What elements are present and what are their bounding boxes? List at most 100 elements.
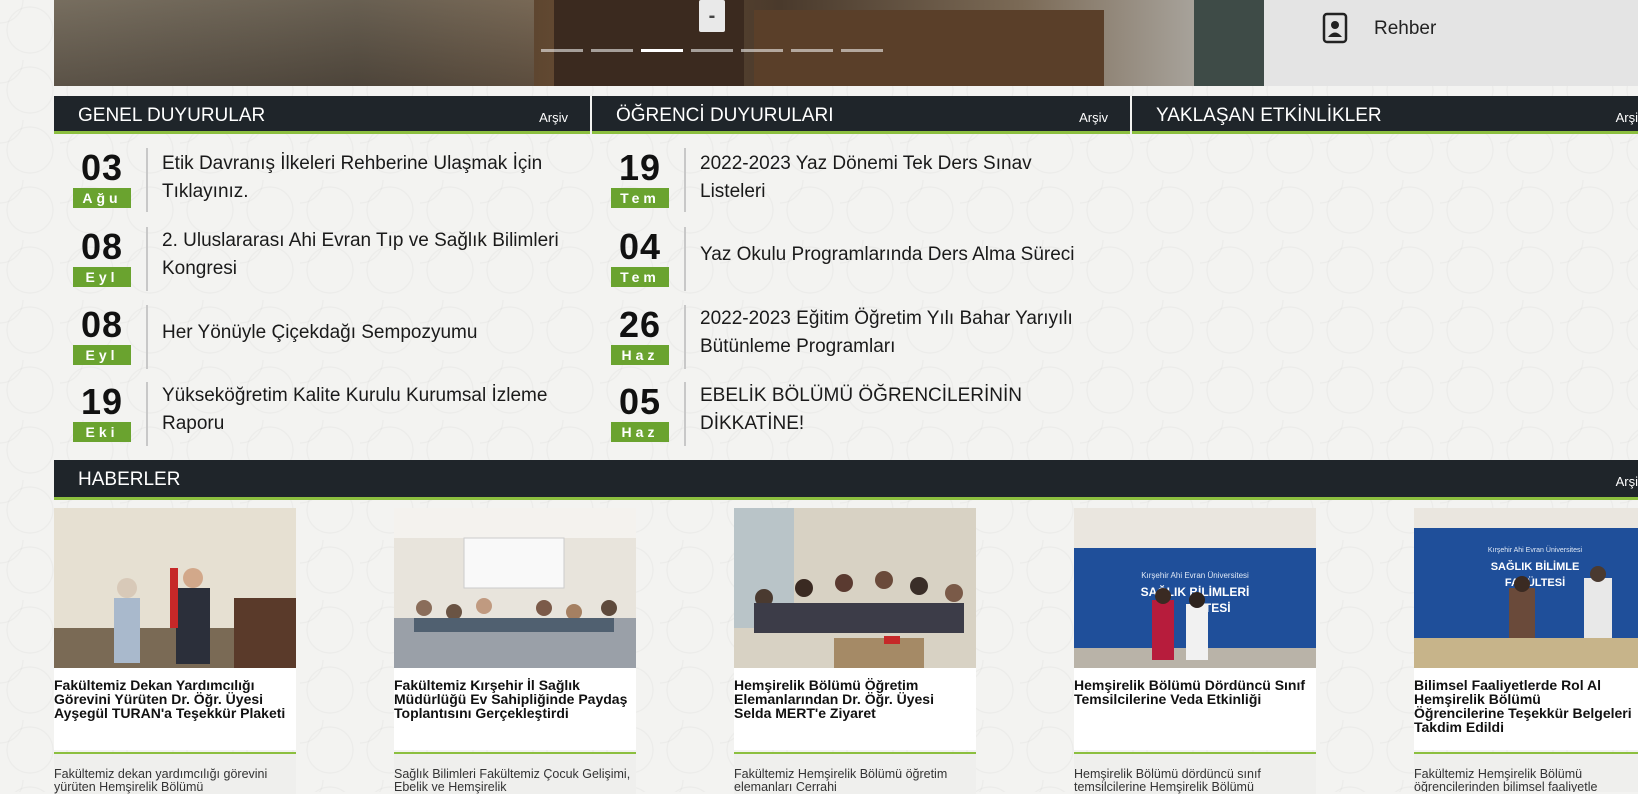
slider-dot[interactable] (791, 49, 833, 52)
divider (146, 148, 148, 212)
banner-text: SAĞLIK BİLİMLE (1491, 560, 1580, 573)
slider-dot-active[interactable] (641, 49, 683, 52)
news-title[interactable]: Bilimsel Faaliyetlerde Rol Al Hemşirelik… (1414, 668, 1638, 750)
news-title[interactable]: Fakültemiz Kırşehir İl Sağlık Müdürlüğü … (394, 668, 636, 750)
guide-label: Rehber (1374, 18, 1437, 39)
news-image[interactable] (734, 508, 976, 668)
divider (684, 148, 686, 212)
announcement-title[interactable]: Yaz Okulu Programlarında Ders Alma Sürec… (700, 241, 1100, 269)
announcement-item[interactable]: 03 Ağu Etik Davranış İlkeleri Rehberine … (62, 146, 562, 218)
date-day: 19 (80, 381, 124, 422)
date-month: Tem (611, 188, 669, 208)
hero-image-part (1194, 0, 1264, 86)
news-card[interactable]: Fakültemiz Dekan Yardımcılığı Görevini Y… (54, 508, 296, 794)
news-card[interactable]: Hemşirelik Bölümü Öğretim Elemanlarından… (734, 508, 976, 794)
announcement-item[interactable]: 08 Eyl Her Yönüyle Çiçekdağı Sempozyumu (62, 303, 562, 375)
slider-pause-button[interactable]: - (699, 0, 725, 32)
general-announcements-header: GENEL DUYURULAR Arşiv (54, 96, 590, 134)
section-title: HABERLER (78, 469, 181, 490)
news-image[interactable]: Kırşehir Ahi Evran Üniversitesi SAĞLIK B… (1074, 508, 1316, 668)
news-summary: Fakültemiz dekan yardımcılığı görevini y… (54, 754, 296, 794)
announcement-date: 08 Eyl (70, 229, 134, 287)
date-month: Tem (611, 267, 669, 287)
slider-dot[interactable] (541, 49, 583, 52)
divider (684, 305, 686, 369)
news-card[interactable]: Kırşehir Ahi Evran Üniversitesi SAĞLIK B… (1414, 508, 1638, 792)
date-day: 08 (80, 304, 124, 345)
announcement-item[interactable]: 19 Tem 2022-2023 Yaz Dönemi Tek Ders Sın… (600, 146, 1100, 218)
upcoming-events-header: YAKLAŞAN ETKİNLİKLER Arşi (1132, 96, 1638, 134)
announcement-date: 04 Tem (608, 229, 672, 287)
banner-text: FAKÜLTESİ (1505, 576, 1565, 589)
banner-text: Kırşehir Ahi Evran Üniversitesi (1488, 546, 1583, 554)
student-announcements-header: ÖĞRENCİ DUYURULARI Arşiv (592, 96, 1130, 134)
divider (146, 382, 148, 446)
slider-indicators (541, 49, 883, 52)
news-title[interactable]: Fakültemiz Dekan Yardımcılığı Görevini Y… (54, 668, 296, 750)
section-title: YAKLAŞAN ETKİNLİKLER (1156, 105, 1382, 126)
announcement-title[interactable]: 2. Uluslararası Ahi Evran Tıp ve Sağlık … (162, 227, 562, 283)
date-month: Haz (611, 422, 669, 442)
date-day: 05 (618, 381, 662, 422)
news-image[interactable] (394, 508, 636, 668)
slider-dot[interactable] (741, 49, 783, 52)
news-header: HABERLER Arşi (54, 460, 1638, 500)
hero-slider[interactable]: - (54, 0, 1264, 86)
news-image[interactable] (54, 508, 296, 668)
announcement-title[interactable]: Her Yönüyle Çiçekdağı Sempozyumu (162, 319, 562, 347)
contact-card-icon (1322, 12, 1348, 44)
announcement-title[interactable]: Yükseköğretim Kalite Kurulu Kurumsal İzl… (162, 382, 562, 438)
date-day: 26 (618, 304, 662, 345)
news-title[interactable]: Hemşirelik Bölümü Dördüncü Sınıf Temsilc… (1074, 668, 1316, 750)
date-month: Eki (73, 422, 131, 442)
announcement-date: 26 Haz (608, 307, 672, 365)
news-title[interactable]: Hemşirelik Bölümü Öğretim Elemanlarından… (734, 668, 976, 750)
section-title: ÖĞRENCİ DUYURULARI (616, 105, 834, 126)
slider-dot[interactable] (591, 49, 633, 52)
date-day: 08 (80, 226, 124, 267)
divider (684, 227, 686, 291)
announcement-date: 05 Haz (608, 384, 672, 442)
announcement-item[interactable]: 19 Eki Yükseköğretim Kalite Kurulu Kurum… (62, 380, 562, 452)
date-month: Ağu (73, 188, 131, 208)
banner-text: Kırşehir Ahi Evran Üniversitesi (1141, 571, 1249, 580)
news-image[interactable]: Kırşehir Ahi Evran Üniversitesi SAĞLIK B… (1414, 508, 1638, 668)
slider-dot[interactable] (691, 49, 733, 52)
date-month: Eyl (73, 267, 131, 287)
announcement-item[interactable]: 04 Tem Yaz Okulu Programlarında Ders Alm… (600, 225, 1100, 297)
announcement-item[interactable]: 08 Eyl 2. Uluslararası Ahi Evran Tıp ve … (62, 225, 562, 297)
archive-link[interactable]: Arşi (1616, 110, 1638, 125)
news-card[interactable]: Fakültemiz Kırşehir İl Sağlık Müdürlüğü … (394, 508, 636, 794)
guide-link[interactable]: Rehber (1264, 0, 1638, 86)
divider (146, 227, 148, 291)
announcement-item[interactable]: 05 Haz EBELİK BÖLÜMÜ ÖĞRENCİLERİNİN DİKK… (600, 380, 1100, 452)
divider (146, 305, 148, 369)
announcement-date: 03 Ağu (70, 150, 134, 208)
date-month: Eyl (73, 345, 131, 365)
date-day: 04 (618, 226, 662, 267)
news-summary: Hemşirelik Bölümü dördüncü sınıf temsilc… (1074, 754, 1316, 794)
hero-image-part (754, 10, 1104, 86)
announcement-item[interactable]: 26 Haz 2022-2023 Eğitim Öğretim Yılı Bah… (600, 303, 1100, 375)
date-day: 19 (618, 147, 662, 188)
news-summary: Fakültemiz Hemşirelik Bölümü öğretim ele… (734, 754, 976, 794)
divider (684, 382, 686, 446)
news-card[interactable]: Kırşehir Ahi Evran Üniversitesi SAĞLIK B… (1074, 508, 1316, 794)
announcement-date: 19 Eki (70, 384, 134, 442)
archive-link[interactable]: Arşiv (539, 110, 568, 125)
announcement-date: 08 Eyl (70, 307, 134, 365)
date-day: 03 (80, 147, 124, 188)
archive-link[interactable]: Arşiv (1079, 110, 1108, 125)
announcement-date: 19 Tem (608, 150, 672, 208)
announcement-title[interactable]: 2022-2023 Yaz Dönemi Tek Ders Sınav List… (700, 150, 1100, 206)
archive-link[interactable]: Arşi (1616, 474, 1638, 489)
slider-dot[interactable] (841, 49, 883, 52)
announcement-title[interactable]: 2022-2023 Eğitim Öğretim Yılı Bahar Yarı… (700, 305, 1100, 361)
announcement-title[interactable]: EBELİK BÖLÜMÜ ÖĞRENCİLERİNİN DİKKATİNE! (700, 382, 1100, 438)
hero-image-part (54, 0, 534, 86)
announcement-title[interactable]: Etik Davranış İlkeleri Rehberine Ulaşmak… (162, 150, 562, 206)
date-month: Haz (611, 345, 669, 365)
section-title: GENEL DUYURULAR (78, 105, 266, 126)
news-summary: Fakültemiz Hemşirelik Bölümü öğrencileri… (1414, 754, 1638, 792)
news-summary: Sağlık Bilimleri Fakültemiz Çocuk Gelişi… (394, 754, 636, 794)
